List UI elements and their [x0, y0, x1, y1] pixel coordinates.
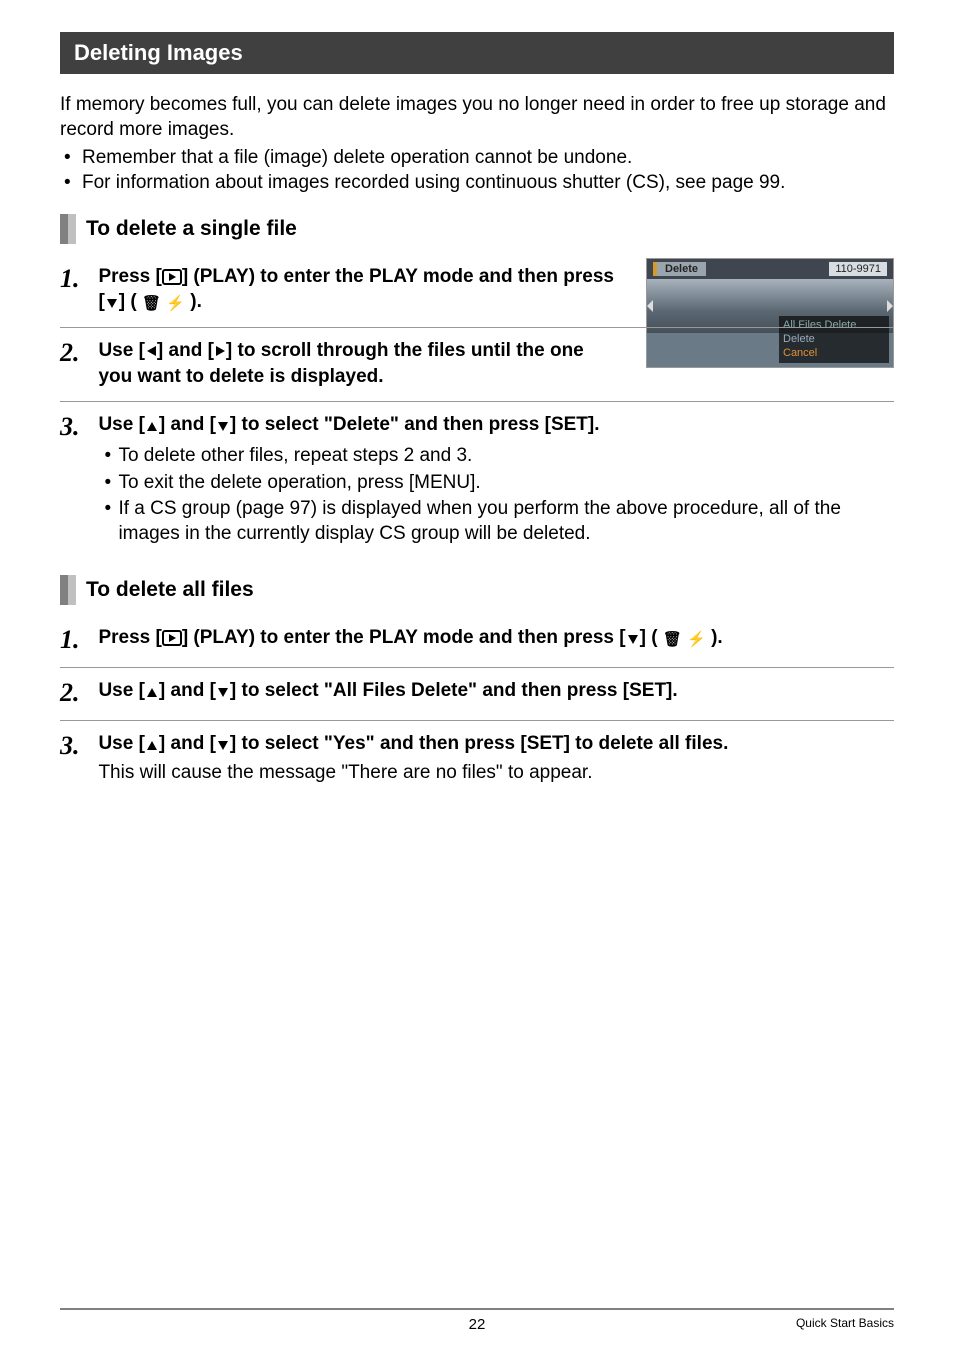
trash-icon: 🗑	[142, 295, 161, 312]
step-text: Press [] (PLAY) to enter the PLAY mode a…	[98, 264, 622, 315]
step-item: 2. Use [] and [] to select "All Files De…	[60, 668, 894, 721]
step-number: 3.	[60, 412, 94, 442]
subsection-delete-single: To delete a single file	[60, 214, 894, 244]
play-icon	[162, 269, 182, 285]
step-sublist-item: If a CS group (page 97) is displayed whe…	[118, 497, 892, 546]
up-triangle-icon	[145, 686, 159, 698]
step-number: 1.	[60, 625, 94, 655]
step-text: Use [] and [] to select "All Files Delet…	[98, 678, 892, 704]
step-sublist: To delete other files, repeat steps 2 an…	[104, 444, 892, 547]
page-number: 22	[60, 1316, 894, 1333]
step-item: 2. Use [] and [] to scroll through the f…	[60, 328, 894, 402]
step-number: 3.	[60, 731, 94, 761]
step-text: Press [] (PLAY) to enter the PLAY mode a…	[98, 625, 892, 651]
flash-icon: ⚡	[687, 631, 706, 648]
tips-list: Remember that a file (image) delete oper…	[60, 146, 894, 195]
page-footer: 22 Quick Start Basics	[60, 1308, 894, 1333]
section-heading: Deleting Images	[60, 32, 894, 74]
step-number: 2.	[60, 338, 94, 368]
trash-icon: 🗑	[663, 631, 682, 648]
down-triangle-icon	[216, 686, 230, 698]
subsection-delete-all: To delete all files	[60, 575, 894, 605]
intro-paragraph: If memory becomes full, you can delete i…	[60, 93, 894, 142]
footer-section-name: Quick Start Basics	[796, 1316, 894, 1330]
step-sublist-item: To delete other files, repeat steps 2 an…	[118, 444, 892, 469]
subsection-title: To delete all files	[86, 575, 254, 605]
up-triangle-icon	[145, 420, 159, 432]
step-item: 3. Use [] and [] to select "Yes" and the…	[60, 721, 894, 798]
step-item: 3. Use [] and [] to select "Delete" and …	[60, 402, 894, 560]
step-text: Use [] and [] to select "Delete" and the…	[98, 412, 892, 438]
step-number: 2.	[60, 678, 94, 708]
down-triangle-icon	[626, 633, 640, 645]
subsection-title: To delete a single file	[86, 214, 297, 244]
left-triangle-icon	[145, 344, 157, 358]
step-number: 1.	[60, 264, 94, 294]
tip-item: Remember that a file (image) delete oper…	[78, 146, 894, 171]
down-triangle-icon	[216, 420, 230, 432]
flash-icon: ⚡	[166, 295, 185, 312]
down-triangle-icon	[216, 739, 230, 751]
step-text: Use [] and [] to select "Yes" and then p…	[98, 731, 892, 757]
step-subtext: This will cause the message "There are n…	[98, 760, 892, 786]
step-item: 1. Press [] (PLAY) to enter the PLAY mod…	[60, 254, 894, 328]
step-item: 1. Press [] (PLAY) to enter the PLAY mod…	[60, 615, 894, 668]
step-text: Use [] and [] to scroll through the file…	[98, 338, 622, 389]
down-triangle-icon	[105, 297, 119, 309]
tip-item: For information about images recorded us…	[78, 171, 894, 196]
right-triangle-icon	[214, 344, 226, 358]
play-icon	[162, 630, 182, 646]
step-sublist-item: To exit the delete operation, press [MEN…	[118, 471, 892, 496]
up-triangle-icon	[145, 739, 159, 751]
